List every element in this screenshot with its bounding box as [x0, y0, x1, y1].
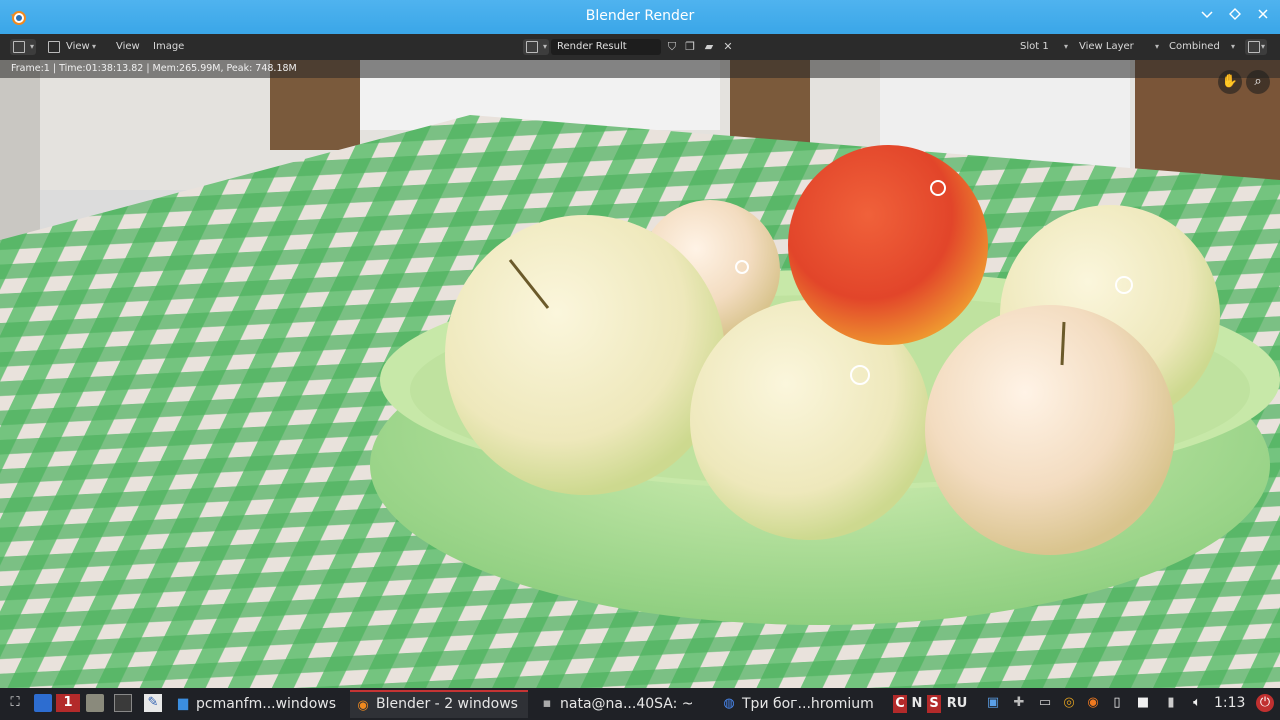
- render-pass-label: Combined: [1169, 41, 1220, 52]
- view-mode-icon: [48, 41, 60, 53]
- slot-label: Slot 1: [1020, 41, 1049, 52]
- power-manager-icon[interactable]: ◉: [1084, 694, 1102, 712]
- power-icon[interactable]: ⏻: [1256, 694, 1274, 712]
- task-label: pcmanfm...windows: [196, 696, 336, 712]
- image-editor-header: ▾ View ▾ View Image ▾ Render Result ⛉ ❐ …: [0, 34, 1280, 60]
- chromium-icon: ◍: [723, 696, 735, 711]
- usb-drive-icon[interactable]: ▮: [1162, 694, 1180, 712]
- camera-icon[interactable]: ■: [1134, 694, 1152, 712]
- num-lock-indicator: N: [911, 696, 923, 711]
- folder-icon[interactable]: ▰: [702, 40, 716, 54]
- clipboard-icon[interactable]: ▯: [1108, 694, 1126, 712]
- editor-type-button[interactable]: ▾: [10, 39, 36, 55]
- chevron-down-icon: ▾: [542, 42, 547, 51]
- close-button[interactable]: [1253, 7, 1273, 27]
- pan-hand-icon[interactable]: ✋: [1218, 70, 1242, 94]
- slot-dropdown[interactable]: Slot 1 ▾: [1014, 39, 1072, 55]
- blender-icon: ◉: [357, 698, 369, 713]
- minimize-button[interactable]: [1197, 7, 1217, 27]
- caps-lock-indicator: C: [893, 695, 907, 713]
- workspace-switcher[interactable]: 1: [56, 694, 80, 712]
- keyboard-layout-indicator[interactable]: RU: [946, 695, 968, 713]
- show-desktop-icon[interactable]: [34, 694, 52, 712]
- taskbar: ⛶ 1 ✎ ▆ pcmanfm...windows ◉ Blender - 2 …: [0, 688, 1280, 720]
- chevron-down-icon: ▾: [1260, 42, 1265, 51]
- chevron-down-icon: ▾: [29, 42, 34, 51]
- updates-icon[interactable]: ◎: [1060, 694, 1078, 712]
- close-icon[interactable]: ✕: [721, 40, 735, 54]
- task-pcmanfm[interactable]: ▆ pcmanfm...windows: [170, 690, 340, 718]
- menu-view-dropdown[interactable]: View: [66, 39, 90, 55]
- terminal-icon: ▪: [542, 696, 552, 711]
- window-title: Blender Render: [585, 8, 695, 24]
- view-layer-dropdown[interactable]: View Layer ▾: [1073, 39, 1163, 55]
- chevron-down-icon: ▾: [1063, 42, 1068, 51]
- task-blender[interactable]: ◉ Blender - 2 windows: [350, 690, 528, 718]
- terminal-launcher-icon[interactable]: [114, 694, 132, 712]
- render-result-image: [0, 60, 1280, 688]
- menu-view[interactable]: View: [116, 39, 140, 55]
- image-icon: [526, 41, 538, 53]
- add-icon[interactable]: ✚: [1010, 694, 1028, 712]
- start-menu-icon[interactable]: ⛶: [6, 694, 24, 712]
- maximize-button[interactable]: [1225, 7, 1245, 27]
- display-channels-button[interactable]: ▾: [1245, 39, 1267, 55]
- file-manager-launcher-icon[interactable]: [86, 694, 104, 712]
- task-label: Blender - 2 windows: [376, 696, 518, 712]
- shield-icon[interactable]: ⛉: [665, 40, 679, 54]
- image-editor-icon: [13, 41, 25, 53]
- menu-image[interactable]: Image: [153, 39, 184, 55]
- close-icon: [1258, 9, 1268, 19]
- clock[interactable]: 1:13: [1214, 694, 1245, 712]
- task-label: nata@na...40SA: ~: [560, 696, 694, 712]
- view-layer-label: View Layer: [1079, 41, 1134, 52]
- mode-button[interactable]: [45, 39, 63, 55]
- task-chromium[interactable]: ◍ Три бог...hromium: [716, 690, 886, 718]
- task-terminal[interactable]: ▪ nata@na...40SA: ~: [534, 690, 706, 718]
- screen-icon[interactable]: ▭: [1036, 694, 1054, 712]
- chevron-down-icon: ▾: [92, 42, 97, 51]
- scroll-lock-indicator: S: [927, 695, 941, 713]
- task-label: Три бог...hromium: [742, 696, 874, 712]
- diamond-icon: [1229, 8, 1241, 20]
- chevron-down-icon: ▾: [1154, 42, 1159, 51]
- duplicate-icon[interactable]: ❐: [683, 40, 697, 54]
- render-pass-dropdown[interactable]: Combined ▾: [1163, 39, 1239, 55]
- volume-icon[interactable]: 🔈︎: [1188, 694, 1206, 712]
- zoom-icon[interactable]: ⌕: [1246, 70, 1270, 94]
- render-viewport[interactable]: Frame:1 | Time:01:38:13.82 | Mem:265.99M…: [0, 60, 1280, 688]
- text-editor-launcher-icon[interactable]: ✎: [144, 694, 162, 712]
- render-info-bar: Frame:1 | Time:01:38:13.82 | Mem:265.99M…: [0, 60, 1280, 78]
- folder-icon: ▆: [178, 696, 188, 711]
- window-titlebar: Blender Render: [0, 0, 1280, 34]
- image-name-field[interactable]: Render Result: [551, 39, 661, 55]
- chevron-down-icon: ▾: [1230, 42, 1235, 51]
- network-icon[interactable]: ▣: [984, 694, 1002, 712]
- chevron-down-icon: [1201, 11, 1213, 19]
- browse-image-button[interactable]: ▾: [523, 39, 549, 55]
- channels-icon: [1248, 41, 1260, 53]
